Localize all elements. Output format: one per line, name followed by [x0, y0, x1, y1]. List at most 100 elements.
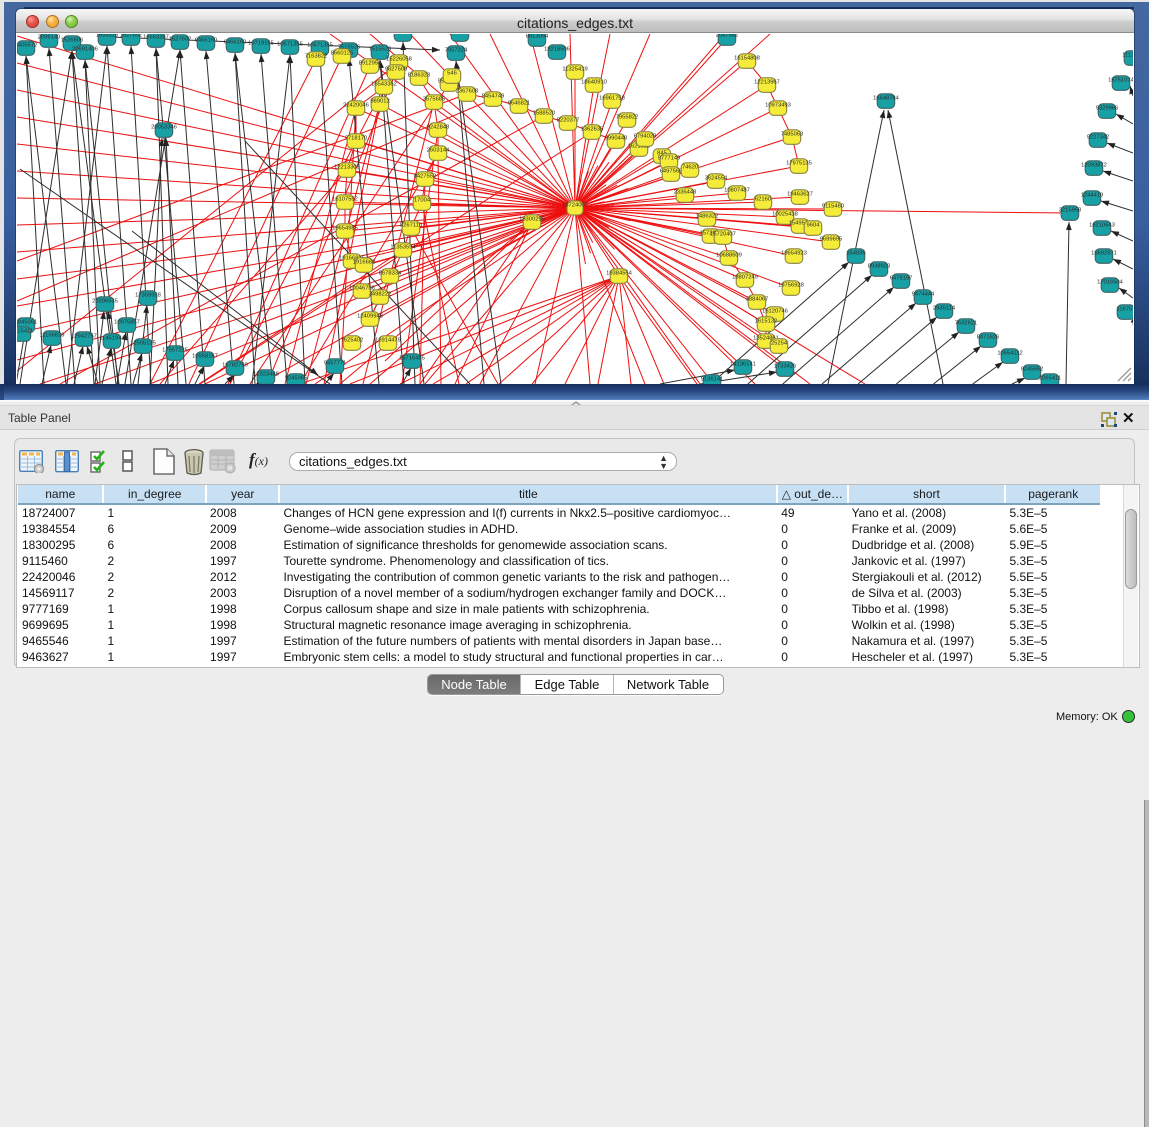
svg-text:10807487: 10807487 [724, 188, 750, 194]
svg-text:19756928: 19756928 [778, 283, 804, 289]
svg-text:9646821: 9646821 [508, 101, 531, 107]
svg-text:8990448: 8990448 [605, 136, 628, 142]
svg-text:12409948: 12409948 [357, 314, 383, 320]
svg-text:6479197: 6479197 [890, 276, 913, 282]
svg-text:16210643: 16210643 [1089, 223, 1115, 229]
svg-text:1655328: 1655328 [96, 34, 119, 39]
svg-text:9245065: 9245065 [285, 376, 308, 382]
svg-text:15226058: 15226058 [386, 57, 412, 63]
svg-text:3215958: 3215958 [1059, 208, 1082, 214]
svg-text:74620: 74620 [682, 165, 698, 171]
svg-text:9242848: 9242848 [427, 125, 450, 131]
svg-text:10719155: 10719155 [248, 41, 274, 47]
svg-text:12323488: 12323488 [253, 372, 279, 378]
svg-text:20206535: 20206535 [92, 299, 118, 305]
svg-text:19654923: 19654923 [781, 251, 807, 257]
svg-text:20691406: 20691406 [72, 47, 98, 53]
svg-text:8912954: 8912954 [359, 61, 382, 67]
svg-text:2718170: 2718170 [345, 136, 368, 142]
svg-text:9227342: 9227342 [1087, 135, 1110, 141]
svg-text:1065411: 1065411 [1039, 376, 1061, 382]
svg-text:3884067: 3884067 [746, 297, 769, 303]
svg-text:12213309: 12213309 [334, 165, 360, 171]
svg-text:12213967: 12213967 [754, 80, 780, 86]
svg-text:7163822: 7163822 [305, 54, 328, 60]
svg-text:2336448: 2336448 [674, 190, 697, 196]
svg-text:16033809: 16033809 [390, 34, 416, 35]
svg-text:3498222: 3498222 [369, 292, 392, 298]
svg-text:16120746: 16120746 [762, 309, 788, 315]
svg-text:16961758: 16961758 [599, 96, 625, 102]
svg-text:6466160: 6466160 [224, 40, 247, 46]
svg-text:10958157: 10958157 [192, 354, 218, 360]
svg-text:18724007: 18724007 [562, 203, 588, 209]
svg-text:16648784: 16648784 [873, 96, 900, 102]
svg-text:1526806: 1526806 [61, 38, 84, 44]
svg-text:8660125: 8660125 [331, 51, 354, 57]
svg-text:9699695: 9699695 [820, 237, 843, 243]
svg-text:9136141: 9136141 [701, 377, 724, 383]
svg-text:9457771: 9457771 [324, 361, 347, 367]
svg-text:1588520: 1588520 [533, 111, 556, 117]
svg-text:15692971: 15692971 [1091, 251, 1117, 257]
svg-text:17004: 17004 [414, 198, 431, 204]
svg-text:15716485: 15716485 [399, 356, 425, 362]
svg-text:19463627: 19463627 [787, 192, 813, 198]
svg-text:14136141: 14136141 [730, 362, 756, 368]
svg-text:8186323: 8186323 [408, 73, 431, 79]
svg-text:10688609: 10688609 [716, 253, 742, 259]
svg-text:116753: 116753 [1117, 307, 1133, 313]
svg-text:18640910: 18640910 [581, 80, 607, 86]
svg-text:6794028: 6794028 [634, 134, 657, 140]
svg-text:546: 546 [447, 71, 457, 77]
svg-text:164095: 164095 [846, 251, 865, 257]
svg-text:10671355: 10671355 [307, 43, 333, 49]
svg-text:20053346: 20053346 [151, 125, 177, 131]
svg-text:7955822: 7955822 [616, 115, 639, 121]
svg-text:9115460: 9115460 [822, 204, 844, 210]
svg-text:8678334: 8678334 [379, 271, 402, 277]
svg-text:17359928: 17359928 [135, 293, 161, 299]
svg-text:1916682: 1916682 [353, 260, 376, 266]
svg-text:1112953: 1112953 [1122, 53, 1133, 59]
svg-text:19654985: 19654985 [332, 226, 358, 232]
svg-text:8454749: 8454749 [482, 94, 505, 100]
svg-text:7485063: 7485063 [781, 132, 804, 138]
svg-text:9604: 9604 [807, 223, 821, 229]
svg-text:3624554: 3624554 [705, 176, 728, 182]
svg-text:9777149: 9777149 [658, 156, 681, 162]
svg-text:15751074: 15751074 [1108, 78, 1133, 84]
svg-text:10975857: 10975857 [114, 320, 140, 326]
svg-text:989012: 989012 [370, 99, 389, 105]
svg-text:2603144: 2603144 [427, 148, 450, 154]
svg-text:10654112: 10654112 [997, 351, 1022, 357]
svg-text:1733426: 1733426 [774, 364, 797, 370]
svg-text:12093872: 12093872 [1081, 163, 1107, 169]
svg-text:1362635: 1362635 [581, 127, 604, 133]
svg-text:9474444: 9474444 [912, 292, 935, 298]
svg-text:2367608: 2367608 [456, 89, 479, 95]
svg-text:8938923: 8938923 [868, 264, 891, 270]
svg-text:6497568: 6497568 [660, 169, 683, 175]
svg-text:9827500: 9827500 [385, 67, 408, 73]
svg-text:12505135: 12505135 [130, 341, 156, 347]
svg-text:16782759: 16782759 [222, 363, 248, 369]
svg-text:1405572: 1405572 [17, 43, 37, 49]
svg-text:3915411: 3915411 [17, 329, 33, 335]
svg-text:19218506: 19218506 [544, 47, 570, 53]
svg-text:16553287: 16553287 [143, 35, 169, 41]
svg-text:8471626: 8471626 [977, 335, 1000, 341]
svg-text:17957225: 17957225 [162, 348, 188, 354]
svg-text:25254: 25254 [771, 341, 788, 347]
svg-text:16543362: 16543362 [371, 82, 397, 88]
svg-text:16914479: 16914479 [375, 338, 401, 344]
svg-text:2087682: 2087682 [716, 34, 739, 39]
svg-text:1244419: 1244419 [1081, 193, 1104, 199]
svg-text:2099140: 2099140 [38, 35, 61, 41]
svg-text:19384554: 19384554 [606, 271, 633, 277]
svg-text:15720407: 15720407 [710, 232, 736, 238]
svg-text:9329966: 9329966 [1096, 106, 1119, 112]
svg-text:17975135: 17975135 [786, 161, 812, 167]
svg-text:18300295: 18300295 [519, 217, 545, 223]
svg-text:1486322: 1486322 [696, 214, 719, 220]
